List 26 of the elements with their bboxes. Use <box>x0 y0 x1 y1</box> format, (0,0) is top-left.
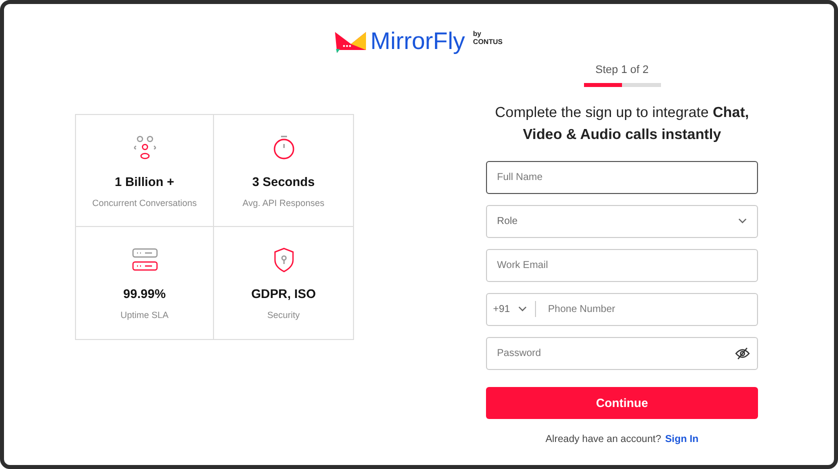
stat-caption: Concurrent Conversations <box>92 196 197 210</box>
continue-button[interactable]: Continue <box>486 386 758 418</box>
role-select[interactable]: Role <box>486 204 758 238</box>
password-field[interactable]: Password <box>486 336 758 370</box>
phone-field[interactable]: +91 Phone Number <box>486 292 758 326</box>
heading: Complete the sign up to integrate Chat, Video & Audio calls instantly <box>494 104 750 144</box>
eye-slash-icon[interactable] <box>735 346 750 360</box>
email-field[interactable]: Work Email <box>486 248 758 282</box>
stat-caption: Security <box>267 308 300 322</box>
logo-icon <box>335 30 366 54</box>
stat-value: GDPR, ISO <box>251 286 316 303</box>
account-question: Already have an account? <box>546 432 662 446</box>
stat-value: 99.99% <box>123 286 166 303</box>
people-icon <box>132 135 158 161</box>
step-label: Step 1 of 2 <box>595 63 649 78</box>
sign-in-link[interactable]: Sign In <box>665 432 698 446</box>
stat-value: 3 Seconds <box>252 174 315 191</box>
country-code[interactable]: +91 <box>493 302 510 316</box>
stat-caption: Uptime SLA <box>120 308 169 322</box>
name-field[interactable]: Full Name <box>486 160 758 194</box>
stat-caption: Avg. API Responses <box>242 196 324 210</box>
logo-text: MirrorFly <box>370 30 466 54</box>
chevron-icon[interactable] <box>518 306 527 312</box>
chevron-icon <box>738 218 747 224</box>
server-icon <box>132 247 158 273</box>
stat-value: 1 Billion + <box>114 174 174 191</box>
